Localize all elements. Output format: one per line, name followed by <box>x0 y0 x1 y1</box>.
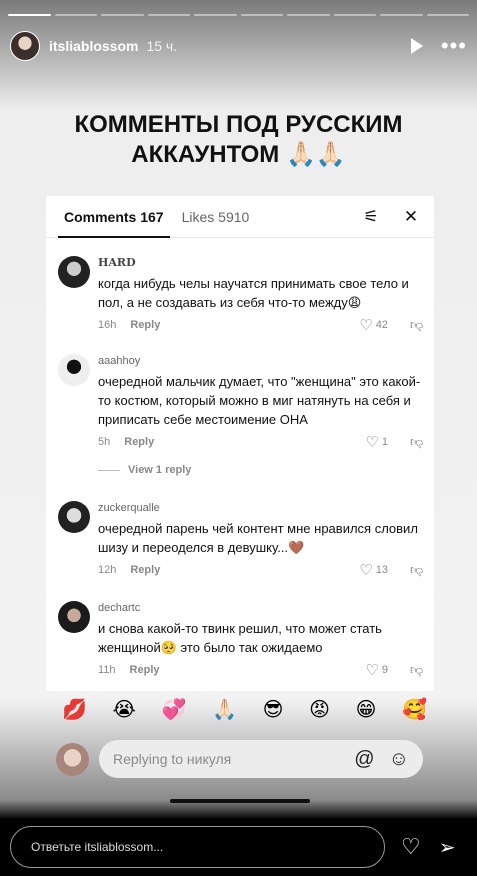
emoji-button[interactable]: 🙏🏻 <box>212 697 237 722</box>
comment-author[interactable]: dechartc <box>98 601 424 615</box>
like-count: 42 <box>375 319 388 331</box>
emoji-button[interactable]: 😎 <box>263 697 284 722</box>
progress-segment <box>8 14 51 16</box>
progress-segment <box>333 14 376 16</box>
like-count: 9 <box>381 664 388 676</box>
headline-line: КОММЕНТЫ ПОД РУССКИМ <box>74 111 403 138</box>
emoji-icon[interactable]: ☺ <box>389 748 409 771</box>
tab-likes[interactable]: Likes 5910 <box>182 209 250 225</box>
avatar[interactable] <box>58 501 90 533</box>
filter-icon[interactable]: ⚟ <box>362 207 380 226</box>
like-button[interactable]: ♡ 1 <box>365 433 388 451</box>
reply-button[interactable]: Reply <box>130 664 160 676</box>
home-indicator <box>170 799 310 803</box>
more-icon[interactable]: ••• <box>441 35 467 57</box>
view-replies-label: View 1 reply <box>128 464 192 476</box>
story-headline: КОММЕНТЫ ПОД РУССКИМ АККАУНТОМ 🙏🏻🙏🏻 <box>0 110 477 170</box>
view-replies-button[interactable]: View 1 reply <box>98 464 191 476</box>
divider <box>98 469 120 471</box>
progress-segment <box>147 14 190 16</box>
heart-icon[interactable]: ♡ <box>401 834 421 860</box>
dislike-icon[interactable]: 👎︎ <box>410 562 424 578</box>
progress-segment <box>101 14 144 16</box>
reply-input[interactable]: Replying to никуля @ ☺ <box>99 740 423 778</box>
comments-tabs: Comments 167 Likes 5910 ⚟ ✕ <box>46 196 434 238</box>
progress-segment <box>380 14 423 16</box>
emoji-button[interactable]: 😁 <box>356 697 377 722</box>
emoji-button[interactable]: 💞 <box>162 697 187 722</box>
heart-icon: ♡ <box>365 434 379 451</box>
comment-time: 16h <box>98 319 117 331</box>
dislike-icon[interactable]: 👎︎ <box>410 434 424 450</box>
comment-text: очередной парень чей контент мне нравилс… <box>98 521 418 555</box>
avatar[interactable] <box>58 601 90 633</box>
at-icon[interactable]: @ <box>354 748 374 771</box>
reply-button[interactable]: Reply <box>124 436 154 448</box>
heart-icon: ♡ <box>365 662 379 679</box>
story-username[interactable]: itsliablossom <box>49 38 138 54</box>
dislike-icon[interactable]: 👎︎ <box>410 662 424 678</box>
like-button[interactable]: ♡ 42 <box>359 316 388 334</box>
comment-text: когда нибудь челы научатся принимать сво… <box>98 276 409 310</box>
play-icon[interactable] <box>410 38 423 54</box>
close-icon[interactable]: ✕ <box>402 207 420 226</box>
reply-placeholder: Replying to никуля <box>113 751 232 767</box>
story-time: 15 ч. <box>146 38 178 54</box>
story-header: itsliablossom 15 ч. ••• <box>10 30 467 62</box>
dislike-icon[interactable]: 👎︎ <box>410 317 424 333</box>
like-count: 13 <box>375 564 388 576</box>
story-avatar[interactable] <box>10 31 40 61</box>
like-button[interactable]: ♡ 9 <box>365 661 388 679</box>
progress-segment <box>194 14 237 16</box>
progress-segment <box>54 14 97 16</box>
comment-author[interactable]: aaahhoy <box>98 354 424 368</box>
avatar <box>56 742 89 776</box>
emoji-button[interactable]: 🥰 <box>402 697 427 722</box>
headline-line: АККАУНТОМ 🙏🏻🙏🏻 <box>131 141 346 168</box>
message-input[interactable]: Ответьте itsliablossom... <box>10 826 385 868</box>
send-icon[interactable]: ➢ <box>439 835 456 860</box>
comment-author[interactable]: HARD <box>98 256 424 270</box>
comment-time: 12h <box>98 564 117 576</box>
story-reply-bar: Ответьте itsliablossom... ♡ ➢ <box>0 818 477 876</box>
tab-comments[interactable]: Comments 167 <box>58 209 170 238</box>
progress-segment <box>287 14 330 16</box>
emoji-button[interactable]: 😡 <box>309 697 330 722</box>
comment-text: и снова какой-то твинк решил, что может … <box>98 621 382 655</box>
heart-icon: ♡ <box>359 317 373 334</box>
comment-time: 5h <box>98 436 111 448</box>
progress-segment <box>426 14 469 16</box>
reply-bar: Replying to никуля @ ☺ <box>56 739 423 779</box>
emoji-quick-bar: 💋 😭 💞 🙏🏻 😎 😡 😁 🥰 <box>62 697 427 722</box>
progress-segment <box>240 14 283 16</box>
emoji-button[interactable]: 😭 <box>113 697 136 722</box>
message-placeholder: Ответьте itsliablossom... <box>31 840 164 854</box>
like-count: 1 <box>381 436 388 448</box>
reply-button[interactable]: Reply <box>130 319 160 331</box>
avatar[interactable] <box>58 354 90 386</box>
emoji-button[interactable]: 💋 <box>62 697 87 722</box>
avatar[interactable] <box>58 256 90 288</box>
comment-text: очередной мальчик думает, что "женщина" … <box>98 374 421 427</box>
story-progress <box>8 14 469 16</box>
comment-time: 11h <box>98 664 116 676</box>
comments-panel: Comments 167 Likes 5910 ⚟ ✕ HARD когда н… <box>46 196 434 691</box>
comment-author[interactable]: zuckerqualle <box>98 501 424 515</box>
like-button[interactable]: ♡ 13 <box>359 561 388 579</box>
heart-icon: ♡ <box>359 562 373 579</box>
reply-button[interactable]: Reply <box>130 564 160 576</box>
